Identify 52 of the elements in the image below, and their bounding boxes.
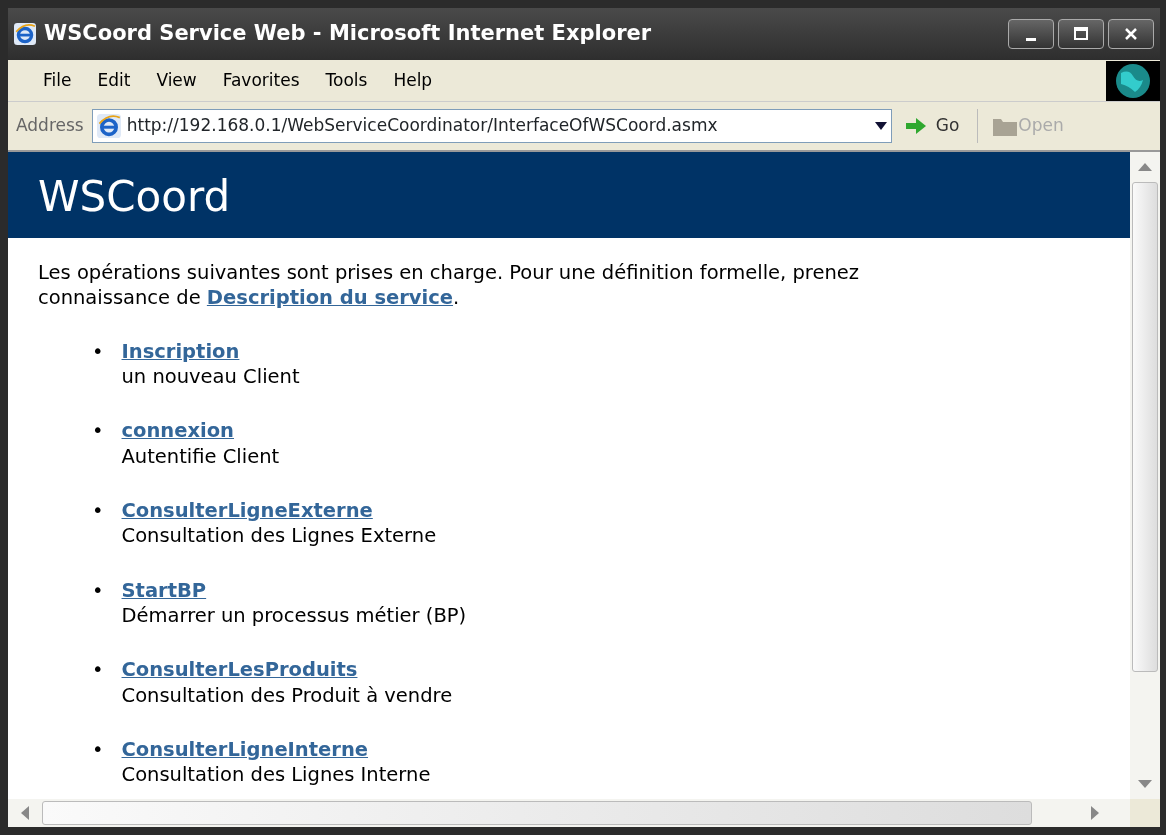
minimize-icon	[1026, 37, 1036, 41]
globe-icon	[1106, 60, 1160, 101]
bullet: •	[92, 737, 104, 764]
operation-link[interactable]: connexion	[121, 419, 234, 443]
minimize-button[interactable]	[1008, 19, 1054, 49]
maximize-icon	[1073, 26, 1089, 42]
url-text: http://192.168.0.1/WebServiceCoordinator/InterfaceOfWSCoord.asmx	[126, 114, 719, 138]
operation-link[interactable]: Inscription	[121, 339, 240, 363]
scroll-down-icon[interactable]	[1138, 779, 1152, 789]
service-description-link[interactable]: Description du service	[206, 286, 454, 310]
operation-description: Consultation des Lignes Interne	[121, 762, 431, 788]
scroll-thumb[interactable]	[1132, 182, 1158, 672]
browser-icon	[14, 23, 36, 45]
operation-description: Autentifie Client	[121, 443, 280, 470]
window-title: WSCoord Service Web - Microsoft Internet Explorer	[44, 20, 652, 48]
operation-link[interactable]: ConsulterLigneInterne	[121, 738, 369, 762]
menu-item[interactable]: File	[30, 67, 85, 94]
operation-description: un nouveau Client	[121, 364, 300, 390]
dropdown-icon	[874, 122, 887, 130]
horizontal-scroll-thumb[interactable]	[42, 801, 1032, 825]
arrow-icon	[903, 116, 928, 136]
maximize-button[interactable]	[1058, 19, 1104, 49]
vertical-scrollbar[interactable]	[1130, 152, 1160, 799]
bullet: •	[92, 498, 104, 525]
scroll-left-icon[interactable]	[20, 806, 30, 820]
scroll-up-icon[interactable]	[1138, 162, 1152, 172]
menu-item[interactable]: Help	[380, 67, 446, 94]
address-label: Address	[16, 114, 84, 138]
horizontal-scrollbar[interactable]	[8, 799, 1160, 827]
address-field[interactable]: http://192.168.0.1/WebServiceCoordinator/InterfaceOfWSCoord.asmx	[91, 109, 892, 143]
page-heading: WSCoord	[8, 152, 1130, 238]
scroll-right-icon[interactable]	[1090, 806, 1100, 820]
menu-item[interactable]: Favorites	[209, 67, 313, 94]
close-button[interactable]	[1108, 19, 1154, 49]
browser-icon	[96, 114, 121, 138]
operation-link[interactable]: ConsulterLesProduits	[121, 658, 358, 682]
scrollbar-corner	[1130, 799, 1160, 827]
menu-item[interactable]: Tools	[312, 67, 381, 94]
go-button[interactable]: Go	[899, 109, 964, 143]
operation-description: Consultation des Produit à vendre	[121, 682, 453, 709]
close-icon	[1123, 26, 1139, 42]
operation-link[interactable]: StartBP	[121, 578, 207, 602]
menu-item[interactable]: View	[143, 67, 210, 94]
bullet: •	[92, 657, 104, 684]
bullet: •	[92, 418, 104, 445]
bullet: •	[92, 577, 104, 604]
operation-link[interactable]: ConsulterLigneExterne	[121, 499, 373, 523]
operation-description: Consultation des Lignes Externe	[121, 523, 437, 549]
menu-item[interactable]: Edit	[84, 67, 144, 94]
intro-paragraph: Les opérations suivantes sont prises en charge. Pour une définition formelle, prenez connaissance de Description du service.	[38, 260, 860, 311]
bullet: •	[92, 338, 104, 365]
operation-description: Démarrer un processus métier (BP)	[121, 603, 467, 629]
